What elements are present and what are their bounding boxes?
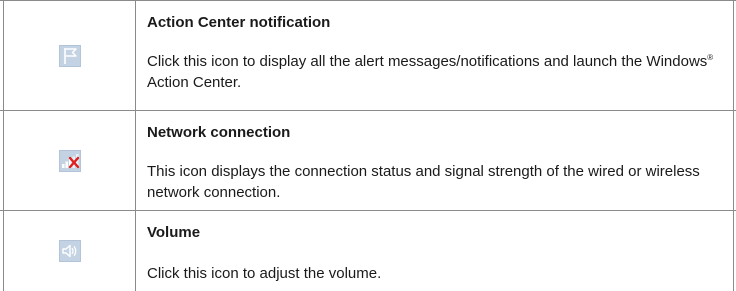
row-title: Action Center notification	[147, 14, 331, 31]
table-border-middle	[135, 111, 136, 210]
text-cell: Network connection This icon displays th…	[147, 111, 722, 203]
row-description: Click this icon to adjust the volume.	[147, 265, 382, 282]
row-title: Volume	[147, 224, 201, 241]
text-cell: Action Center notification Click this ic…	[147, 1, 722, 93]
icon-cell	[4, 111, 135, 210]
row-description: Click this icon to display all the alert…	[147, 53, 714, 91]
table-border-middle	[135, 211, 136, 291]
taskbar-icons-table: Action Center notification Click this ic…	[0, 0, 736, 291]
speaker-volume-icon	[58, 240, 81, 262]
network-disconnected-icon	[58, 149, 81, 172]
table-row-action-center: Action Center notification Click this ic…	[0, 1, 736, 111]
table-row-volume: Volume Click this icon to adjust the vol…	[0, 211, 736, 291]
table-row-network-connection: Network connection This icon displays th…	[0, 111, 736, 211]
registered-mark: ®	[707, 53, 714, 62]
text-cell: Volume Click this icon to adjust the vol…	[147, 211, 722, 284]
table-border-right	[733, 1, 734, 110]
table-border-right	[733, 211, 734, 291]
icon-cell	[4, 1, 135, 110]
icon-cell	[4, 211, 135, 291]
table-border-right	[733, 111, 734, 210]
flag-icon	[58, 44, 81, 67]
table-border-middle	[135, 1, 136, 110]
row-description: This icon displays the connection status…	[147, 163, 700, 201]
row-title: Network connection	[147, 124, 291, 141]
